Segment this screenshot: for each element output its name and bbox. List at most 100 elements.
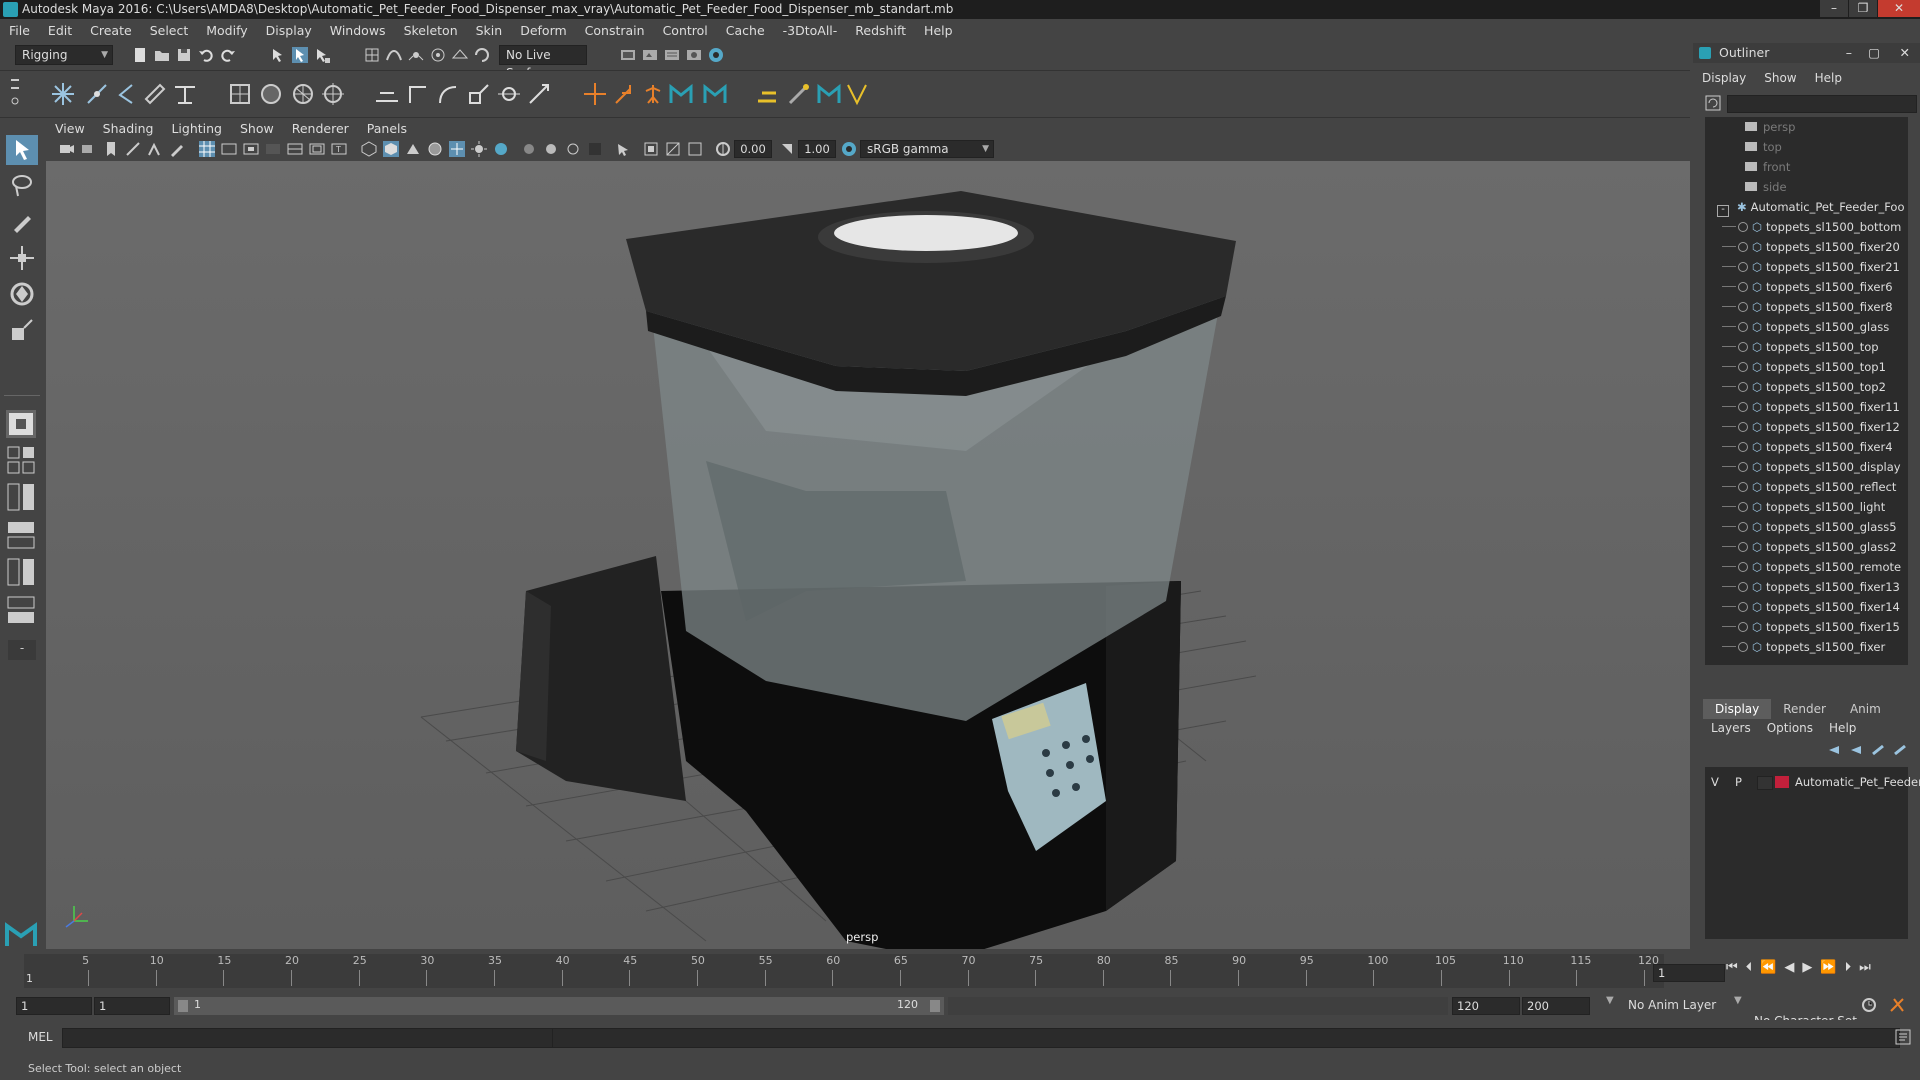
menu-display[interactable]: Display [257, 21, 321, 41]
menu-help[interactable]: Help [915, 21, 962, 41]
outliner-item[interactable]: ⬡ toppets_sl1500_glass5 [1705, 517, 1905, 537]
outliner-item[interactable]: ⬡ toppets_sl1500_top2 [1705, 377, 1905, 397]
select-tool-icon[interactable] [6, 135, 38, 165]
ik-handle-icon[interactable] [170, 79, 200, 109]
parent-constraint-icon[interactable] [494, 79, 524, 109]
single-view-layout-icon[interactable] [6, 410, 36, 438]
menuset-dropdown[interactable]: Rigging ▼ [15, 45, 113, 65]
layer-row[interactable]: V P Automatic_Pet_Feeder [1705, 773, 1920, 791]
tab-anim[interactable]: Anim [1838, 699, 1893, 719]
orient-constraint-icon[interactable] [434, 79, 464, 109]
outliner-item[interactable]: ⬡ toppets_sl1500_display [1705, 457, 1905, 477]
menu-3dtoall[interactable]: -3DtoAll- [774, 21, 847, 41]
outliner-item[interactable]: ⬡ toppets_sl1500_reflect [1705, 477, 1905, 497]
v-tool-icon[interactable] [842, 79, 872, 109]
point-constraint-icon[interactable] [372, 79, 402, 109]
exposure-field[interactable]: 0.00 [734, 140, 772, 158]
gamma-field[interactable]: 1.00 [798, 140, 836, 158]
layer-menu-options[interactable]: Options [1759, 719, 1821, 737]
visibility-dot-icon[interactable] [1738, 422, 1748, 432]
snap-to-view-plane-icon[interactable] [451, 46, 469, 64]
layer-menu-layers[interactable]: Layers [1703, 719, 1759, 737]
animation-preferences-icon[interactable] [1888, 996, 1906, 1014]
snap-to-projected-center-icon[interactable] [429, 46, 447, 64]
outliner-camera-top[interactable]: top [1705, 137, 1905, 157]
outliner-item[interactable]: ⬡ toppets_sl1500_fixer21 [1705, 257, 1905, 277]
outliner-item[interactable]: ⬡ toppets_sl1500_fixer12 [1705, 417, 1905, 437]
pole-vector-icon[interactable] [524, 79, 554, 109]
step-forward-key-icon[interactable]: ⏵ [1841, 960, 1856, 975]
refresh-icon[interactable] [1705, 95, 1721, 111]
redshift-render-icon[interactable] [707, 46, 725, 64]
paint-select-icon[interactable] [8, 208, 36, 236]
visibility-dot-icon[interactable] [1738, 442, 1748, 452]
outliner-camera-persp[interactable]: persp [1705, 117, 1905, 137]
new-layer-icon[interactable] [1869, 741, 1887, 759]
ipr-render-icon[interactable] [663, 46, 681, 64]
move-layer-up-icon[interactable] [1825, 741, 1843, 759]
menu-skin[interactable]: Skin [467, 21, 512, 41]
screen-space-ao-icon[interactable] [520, 140, 538, 158]
time-ruler[interactable]: 5 10 15 20 25 30 35 40 45 50 55 60 65 70 75 80 85 90 95 100… [24, 954, 1664, 988]
character-icon[interactable] [638, 79, 668, 109]
layer-playback-toggle[interactable]: P [1735, 773, 1742, 791]
visibility-dot-icon[interactable] [1738, 362, 1748, 372]
persp-outliner-layout-icon[interactable] [6, 520, 36, 550]
bookmark-icon[interactable] [102, 140, 120, 158]
close-button[interactable]: ✕ [1878, 0, 1920, 17]
menu-cache[interactable]: Cache [717, 21, 774, 41]
menu-select[interactable]: Select [141, 21, 198, 41]
visibility-dot-icon[interactable] [1738, 402, 1748, 412]
script-language-label[interactable]: MEL [28, 1030, 53, 1044]
maximize-button[interactable]: ❐ [1849, 0, 1877, 17]
select-by-object-icon[interactable] [291, 46, 309, 64]
go-to-start-icon[interactable]: ⏮ [1722, 960, 1742, 975]
outliner-item[interactable]: ⬡ toppets_sl1500_fixer14 [1705, 597, 1905, 617]
open-scene-icon[interactable] [153, 46, 171, 64]
select-by-component-icon[interactable] [313, 46, 331, 64]
orient-joint-icon[interactable] [140, 79, 170, 109]
outliner-camera-side[interactable]: side [1705, 177, 1905, 197]
aim-constraint-icon[interactable] [404, 79, 434, 109]
field-chart-icon[interactable] [286, 140, 304, 158]
snap-to-point-icon[interactable] [407, 46, 425, 64]
outliner-item[interactable]: ⬡ toppets_sl1500_glass2 [1705, 537, 1905, 557]
menu-constrain[interactable]: Constrain [576, 21, 654, 41]
outliner-item[interactable]: ⬡ toppets_sl1500_fixer15 [1705, 617, 1905, 637]
redo-icon[interactable] [219, 46, 237, 64]
lasso-tool-icon[interactable] [8, 172, 36, 200]
undo-icon[interactable] [197, 46, 215, 64]
default-material-icon[interactable] [404, 140, 422, 158]
rotate-tool-icon[interactable] [8, 280, 36, 308]
layer-color-swatch[interactable] [1775, 776, 1789, 788]
visibility-dot-icon[interactable] [1738, 342, 1748, 352]
outliner-menu-help[interactable]: Help [1806, 68, 1851, 88]
smooth-shade-icon[interactable] [382, 140, 400, 158]
anim-layer-dropdown[interactable]: No Anim Layer [1622, 997, 1744, 1013]
tab-display[interactable]: Display [1703, 699, 1772, 719]
outliner-item[interactable]: ⬡ toppets_sl1500_top1 [1705, 357, 1905, 377]
outliner-item[interactable]: ⬡ toppets_sl1500_glass [1705, 317, 1905, 337]
resolution-gate-icon[interactable] [242, 140, 260, 158]
new-layer-selected-icon[interactable] [1891, 741, 1909, 759]
visibility-dot-icon[interactable] [1738, 302, 1748, 312]
panel-menu-shading[interactable]: Shading [94, 119, 163, 138]
camera-attributes-icon[interactable] [80, 140, 98, 158]
new-scene-icon[interactable] [131, 46, 149, 64]
step-back-frame-icon[interactable]: ⏪ [1756, 960, 1780, 975]
outliner-item[interactable]: ⬡ toppets_sl1500_bottom [1705, 217, 1905, 237]
layer-display-type[interactable] [1757, 776, 1773, 790]
step-forward-frame-icon[interactable]: ⏩ [1816, 960, 1840, 975]
visibility-dot-icon[interactable] [1738, 382, 1748, 392]
perspective-viewport[interactable]: persp [46, 161, 1690, 949]
grease-pencil-icon[interactable] [168, 140, 186, 158]
outliner-maximize-button[interactable]: ▢ [1868, 43, 1880, 63]
command-input[interactable] [62, 1028, 554, 1048]
scale-tool-icon[interactable] [8, 316, 36, 344]
outliner-item[interactable]: ⬡ toppets_sl1500_fixer20 [1705, 237, 1905, 257]
skin-tool-icon[interactable] [784, 79, 814, 109]
2d-pan-zoom-icon[interactable] [146, 140, 164, 158]
hypershade-layout-icon[interactable] [6, 595, 36, 625]
scale-constraint-icon[interactable] [464, 79, 494, 109]
outliner-camera-front[interactable]: front [1705, 157, 1905, 177]
